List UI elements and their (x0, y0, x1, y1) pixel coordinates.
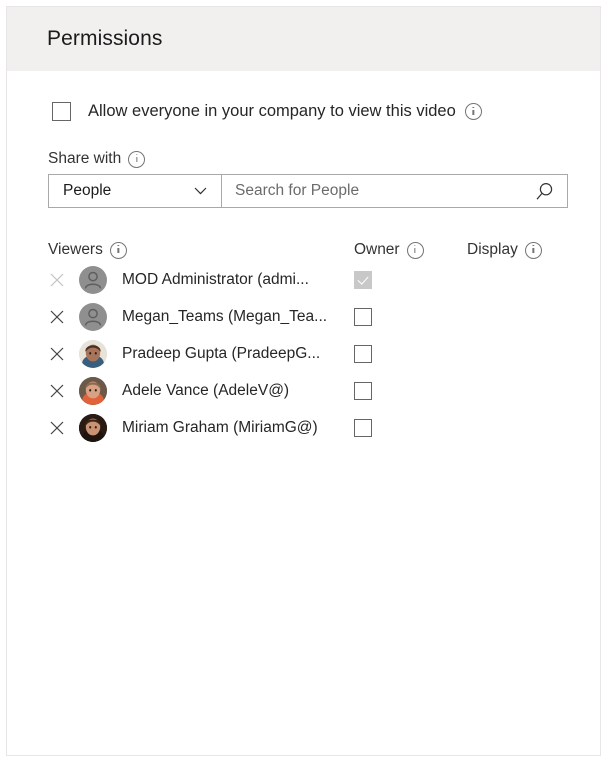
remove-viewer-icon[interactable] (46, 306, 68, 328)
avatar-placeholder-icon (79, 302, 107, 331)
viewer-name: Megan_Teams (Megan_Tea... (122, 307, 328, 325)
table-row: Adele Vance (AdeleV@) (48, 372, 562, 409)
owner-cell (353, 418, 467, 437)
viewer-cell: Adele Vance (AdeleV@) (46, 376, 354, 405)
owner-cell (353, 307, 467, 326)
share-controls: People (48, 174, 568, 208)
chevron-down-icon (194, 187, 207, 195)
owner-checkbox[interactable] (353, 307, 372, 326)
table-header-row: Viewers Owner Display (48, 239, 562, 261)
viewers-info-icon[interactable] (109, 241, 127, 259)
owner-cell (353, 270, 467, 289)
table-body: MOD Administrator (admi... Megan_Teams (M… (48, 261, 562, 446)
owner-info-icon[interactable] (406, 241, 424, 259)
viewer-cell: Megan_Teams (Megan_Tea... (46, 302, 354, 331)
viewer-name: Pradeep Gupta (PradeepG... (122, 344, 321, 362)
remove-viewer-icon[interactable] (46, 380, 68, 402)
page-title: Permissions (47, 27, 163, 50)
column-header-viewers: Viewers (48, 241, 354, 259)
remove-viewer-icon[interactable] (46, 343, 68, 365)
share-with-info-icon[interactable] (128, 150, 146, 168)
owner-checkbox[interactable] (353, 381, 372, 400)
column-header-owner: Owner (354, 241, 467, 259)
viewer-cell: Miriam Graham (MiriamG@) (46, 413, 354, 442)
column-header-display-label: Display (467, 241, 518, 258)
table-row: Miriam Graham (MiriamG@) (48, 409, 562, 446)
share-with-label: Share with (48, 150, 122, 167)
permissions-card: Permissions Allow everyone in your compa… (6, 6, 601, 756)
allow-everyone-checkbox[interactable] (52, 102, 71, 121)
card-body: Allow everyone in your company to view t… (7, 102, 600, 446)
viewer-name: MOD Administrator (admi... (122, 270, 309, 288)
allow-everyone-label: Allow everyone in your company to view t… (88, 102, 456, 120)
avatar-photo (79, 413, 107, 442)
table-row: Pradeep Gupta (PradeepG... (48, 335, 562, 372)
search-input[interactable] (235, 182, 534, 200)
owner-cell (353, 344, 467, 363)
allow-everyone-info-icon[interactable] (464, 103, 482, 120)
viewers-table: Viewers Owner Display MOD Administrator … (48, 239, 562, 446)
remove-viewer-icon[interactable] (46, 417, 68, 439)
display-info-icon[interactable] (524, 241, 542, 259)
column-header-viewers-label: Viewers (48, 241, 103, 258)
owner-checkbox (353, 270, 372, 289)
avatar-photo (79, 376, 107, 405)
owner-checkbox[interactable] (353, 344, 372, 363)
share-with-type-value: People (63, 182, 112, 199)
viewer-cell: MOD Administrator (admi... (46, 265, 354, 294)
avatar-photo (79, 339, 107, 368)
card-header: Permissions (7, 7, 600, 71)
allow-everyone-row: Allow everyone in your company to view t… (45, 102, 562, 121)
column-header-display: Display (467, 241, 562, 259)
table-row: MOD Administrator (admi... (48, 261, 562, 298)
search-icon[interactable] (534, 181, 555, 202)
viewer-name: Adele Vance (AdeleV@) (122, 381, 290, 399)
share-with-label-row: Share with (45, 150, 562, 168)
viewer-name: Miriam Graham (MiriamG@) (122, 418, 318, 436)
viewer-cell: Pradeep Gupta (PradeepG... (46, 339, 354, 368)
search-people-box (222, 175, 567, 207)
share-with-type-dropdown[interactable]: People (49, 175, 222, 207)
owner-checkbox[interactable] (353, 418, 372, 437)
column-header-owner-label: Owner (353, 241, 400, 258)
avatar-placeholder-icon (79, 265, 107, 294)
remove-viewer-icon (46, 269, 68, 291)
owner-cell (353, 381, 467, 400)
table-row: Megan_Teams (Megan_Tea... (48, 298, 562, 335)
